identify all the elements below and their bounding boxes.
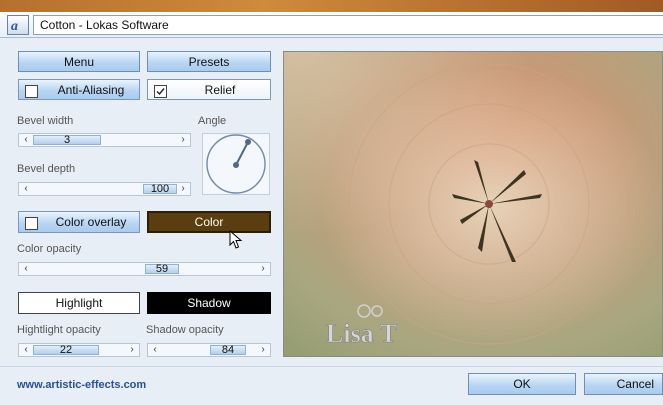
relief-label: Relief	[204, 82, 236, 97]
relief-checkbox[interactable]: Relief	[147, 79, 271, 100]
bevel-depth-label: Bevel depth	[17, 163, 76, 175]
mouse-cursor-icon	[229, 230, 243, 249]
angle-dial[interactable]	[202, 133, 270, 195]
highlight-opacity-label: Hightlight opacity	[17, 324, 101, 336]
color-opacity-label: Color opacity	[17, 243, 82, 255]
chevron-left-icon[interactable]: ‹	[20, 344, 32, 356]
footer-divider	[0, 366, 663, 367]
cancel-button[interactable]: Cancel	[584, 373, 663, 395]
color-overlay-label: Color overlay	[55, 215, 127, 229]
checkbox-box	[154, 85, 167, 98]
chevron-left-icon[interactable]: ‹	[149, 344, 161, 356]
shadow-color-button[interactable]: Shadow	[147, 292, 271, 314]
app-logo-icon: a	[7, 15, 29, 35]
chevron-right-icon[interactable]: ›	[257, 344, 269, 356]
chevron-left-icon[interactable]: ‹	[20, 183, 32, 195]
checkbox-box	[25, 217, 38, 230]
bevel-width-label: Bevel width	[17, 115, 74, 127]
color-opacity-value[interactable]: 59	[145, 264, 179, 275]
chevron-left-icon[interactable]: ‹	[20, 263, 32, 275]
chevron-left-icon[interactable]: ‹	[20, 134, 32, 146]
bevel-width-value[interactable]: 3	[33, 135, 101, 146]
chevron-right-icon[interactable]: ›	[177, 134, 189, 146]
highlight-opacity-slider[interactable]: ‹ 22 ›	[18, 343, 140, 357]
anti-aliasing-label: Anti-Aliasing	[57, 82, 125, 97]
bevel-width-slider[interactable]: ‹ 3 ›	[18, 133, 191, 147]
color-opacity-slider[interactable]: ‹ 59 ›	[18, 262, 271, 276]
shadow-opacity-value[interactable]: 84	[210, 345, 246, 356]
title-bar: a Cotton - Lokas Software	[0, 12, 663, 38]
window-title: Cotton - Lokas Software	[33, 15, 663, 35]
angle-label: Angle	[198, 115, 227, 127]
anti-aliasing-checkbox[interactable]: Anti-Aliasing	[18, 79, 140, 100]
checkmark-icon	[156, 88, 165, 96]
shadow-opacity-label: Shadow opacity	[146, 324, 224, 336]
ok-button[interactable]: OK	[468, 373, 576, 395]
preview-image: Lisa T	[283, 51, 663, 357]
color-swatch-button[interactable]: Color	[147, 211, 271, 233]
highlight-opacity-value[interactable]: 22	[33, 345, 99, 356]
website-link[interactable]: www.artistic-effects.com	[17, 379, 146, 391]
chevron-right-icon[interactable]: ›	[126, 344, 138, 356]
highlight-color-button[interactable]: Highlight	[18, 292, 140, 314]
bevel-depth-value[interactable]: 100	[143, 184, 177, 195]
shadow-opacity-slider[interactable]: ‹ 84 ›	[147, 343, 271, 357]
color-overlay-checkbox[interactable]: Color overlay	[18, 211, 140, 233]
svg-text:a: a	[11, 19, 18, 32]
chevron-right-icon[interactable]: ›	[177, 183, 189, 195]
watermark-text: Lisa T	[326, 319, 397, 348]
presets-button[interactable]: Presets	[147, 51, 271, 72]
bevel-depth-slider[interactable]: ‹ 100 ›	[18, 182, 191, 196]
background-strip	[0, 0, 663, 12]
menu-button[interactable]: Menu	[18, 51, 140, 72]
checkbox-box	[25, 85, 38, 98]
chevron-right-icon[interactable]: ›	[257, 263, 269, 275]
